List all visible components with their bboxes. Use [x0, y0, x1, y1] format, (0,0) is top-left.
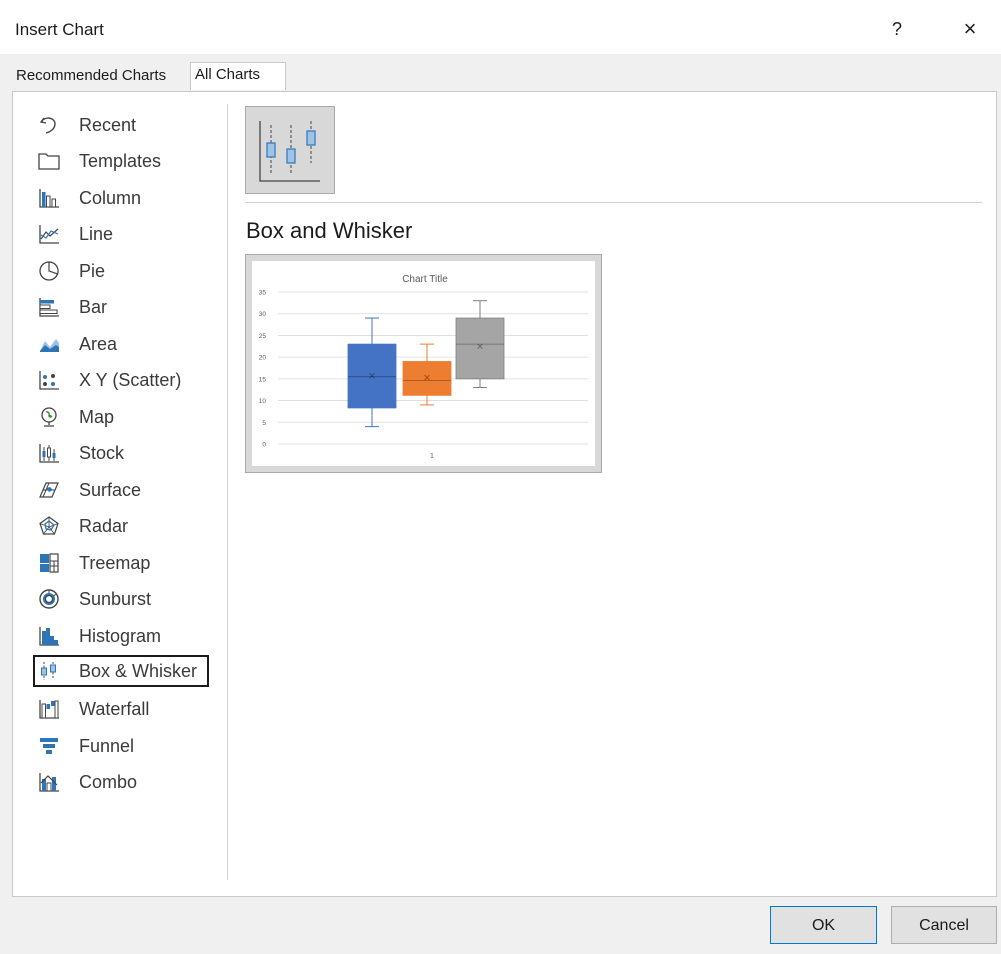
column-chart-icon	[37, 186, 61, 210]
help-button[interactable]: ?	[882, 14, 912, 44]
y-tick-label: 25	[259, 333, 267, 340]
box-whisker-thumbnail-icon	[259, 121, 320, 182]
category-label: Surface	[79, 479, 142, 500]
category-area[interactable]: Area	[33, 328, 209, 360]
category-treemap[interactable]: Treemap	[33, 547, 209, 579]
box-whisker-preview-chart: Chart Title 0 5 10 15 20 25 30 35 1	[252, 261, 595, 466]
category-label: Histogram	[79, 625, 162, 646]
horizontal-divider	[245, 202, 982, 203]
treemap-icon	[37, 551, 61, 575]
map-globe-icon	[37, 405, 61, 429]
title-bar: Insert Chart ? ×	[0, 0, 1001, 54]
insert-chart-dialog: Insert Chart ? × Recommended Charts All …	[0, 0, 1001, 954]
category-label: Radar	[79, 515, 129, 536]
category-recent[interactable]: Recent	[33, 109, 209, 141]
category-label: Map	[79, 406, 115, 427]
vertical-divider	[227, 104, 228, 880]
ok-button[interactable]: OK	[770, 906, 877, 944]
chart-title: Chart Title	[402, 274, 448, 285]
category-funnel[interactable]: Funnel	[33, 730, 209, 762]
recent-icon	[37, 113, 61, 137]
category-templates[interactable]: Templates	[33, 145, 209, 177]
category-histogram[interactable]: Histogram	[33, 620, 209, 652]
category-combo[interactable]: Combo	[33, 766, 209, 798]
category-label: Pie	[79, 260, 106, 281]
stock-chart-icon	[37, 441, 61, 465]
category-label: Templates	[79, 150, 162, 171]
x-tick-label: 1	[430, 453, 434, 460]
category-label: Sunburst	[79, 588, 152, 609]
category-column[interactable]: Column	[33, 182, 209, 214]
y-tick-label: 35	[259, 290, 267, 297]
pie-chart-icon	[37, 259, 61, 283]
box	[402, 361, 452, 396]
category-label: Column	[79, 187, 142, 208]
dialog-title: Insert Chart	[15, 20, 104, 39]
tab-recommended-charts[interactable]: Recommended Charts	[12, 64, 190, 88]
category-box-whisker[interactable]: Box & Whisker	[33, 655, 209, 687]
chart-category-list: Recent Templates Column Line Pie Bar Are…	[13, 92, 228, 882]
category-label: Area	[79, 333, 118, 354]
y-tick-label: 10	[259, 398, 267, 405]
category-label: X Y (Scatter)	[79, 369, 182, 390]
category-waterfall[interactable]: Waterfall	[33, 693, 209, 725]
category-label: Box & Whisker	[79, 660, 198, 681]
category-sunburst[interactable]: Sunburst	[33, 583, 209, 615]
category-label: Combo	[79, 771, 138, 792]
chart-subtype-box-whisker[interactable]	[245, 106, 335, 194]
scatter-chart-icon	[37, 368, 61, 392]
category-label: Treemap	[79, 552, 151, 573]
combo-chart-icon	[37, 770, 61, 794]
category-pie[interactable]: Pie	[33, 255, 209, 287]
category-label: Line	[79, 223, 114, 244]
line-chart-icon	[37, 222, 61, 246]
category-label: Waterfall	[79, 698, 150, 719]
y-tick-label: 0	[262, 442, 266, 449]
tab-all-charts[interactable]: All Charts	[190, 62, 286, 90]
folder-icon	[37, 149, 61, 173]
category-surface[interactable]: Surface	[33, 474, 209, 506]
y-tick-label: 5	[262, 420, 266, 427]
category-line[interactable]: Line	[33, 218, 209, 250]
category-map[interactable]: Map	[33, 401, 209, 433]
category-label: Bar	[79, 296, 108, 317]
category-label: Recent	[79, 114, 137, 135]
category-label: Stock	[79, 442, 125, 463]
category-xy-scatter[interactable]: X Y (Scatter)	[33, 364, 209, 396]
category-bar[interactable]: Bar	[33, 291, 209, 323]
y-tick-label: 20	[259, 355, 267, 362]
radar-chart-icon	[37, 514, 61, 538]
surface-chart-icon	[37, 478, 61, 502]
y-tick-label: 30	[259, 311, 267, 318]
waterfall-icon	[37, 697, 61, 721]
funnel-icon	[37, 734, 61, 758]
box	[455, 317, 505, 380]
cancel-button[interactable]: Cancel	[891, 906, 997, 944]
category-label: Funnel	[79, 735, 135, 756]
box-whisker-icon	[37, 659, 61, 683]
histogram-icon	[37, 624, 61, 648]
bar-chart-icon	[37, 295, 61, 319]
chart-type-heading: Box and Whisker	[246, 218, 413, 243]
category-radar[interactable]: Radar	[33, 510, 209, 542]
sunburst-icon	[37, 587, 61, 611]
tab-content-panel: Recent Templates Column Line Pie Bar Are…	[12, 91, 997, 897]
close-button[interactable]: ×	[955, 14, 985, 44]
chart-preview[interactable]: Chart Title 0 5 10 15 20 25 30 35 1	[245, 254, 602, 473]
area-chart-icon	[37, 332, 61, 356]
y-tick-label: 15	[259, 376, 267, 383]
category-stock[interactable]: Stock	[33, 437, 209, 469]
